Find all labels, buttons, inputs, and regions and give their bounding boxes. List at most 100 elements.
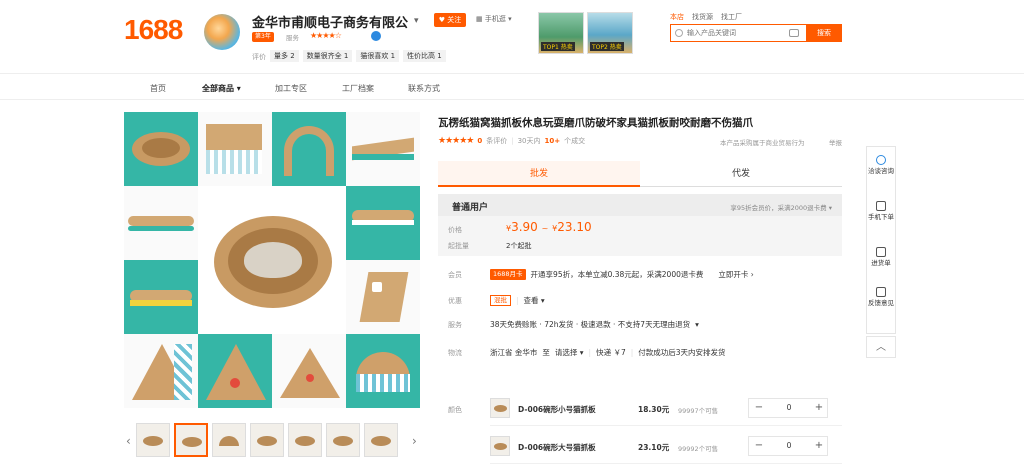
search-box xyxy=(670,24,806,42)
main-product-image[interactable] xyxy=(198,186,347,335)
nav-home[interactable]: 首页 xyxy=(150,83,166,94)
product-image-detail xyxy=(130,300,192,306)
sales-count: 10+ xyxy=(544,137,561,145)
report-link[interactable]: 举报 xyxy=(829,137,842,147)
chat-consult-button[interactable]: 洽谈咨询 xyxy=(867,155,895,176)
eval-count[interactable]: 0 xyxy=(477,137,482,145)
thumbnail-strip: ‹ › xyxy=(124,420,422,460)
mobile-shop-link[interactable]: ▦ 手机逛 ▾ xyxy=(476,14,512,24)
ship-to-word: 至 xyxy=(542,348,550,357)
promo-row: 混批 | 查看 ▾ xyxy=(490,295,545,306)
decrement-button[interactable]: − xyxy=(749,399,769,417)
eval-suffix: 条评价 xyxy=(486,137,508,145)
chevron-left-icon[interactable]: ‹ xyxy=(126,434,131,448)
thumbnail[interactable] xyxy=(288,423,322,457)
product-image xyxy=(206,124,262,150)
quantity-stepper: − 0 + xyxy=(748,436,828,456)
eval-label: 评价 xyxy=(252,53,266,61)
sku-thumbnail[interactable] xyxy=(490,398,510,418)
gallery-tile xyxy=(124,260,198,334)
product-title: 瓦楞纸猫窝猫抓板休息玩耍磨爪防破坏家具猫抓板耐咬耐磨不伤猫爪 xyxy=(438,117,753,129)
member-discount-text: 享95折会员价，采满2000退卡费 xyxy=(730,204,827,212)
search-tab-shop[interactable]: 本店 xyxy=(670,12,684,22)
sku-price: 23.10元 xyxy=(638,443,670,452)
quantity-input[interactable]: 0 xyxy=(769,399,809,417)
thumbnail[interactable] xyxy=(364,423,398,457)
search-tab-factory[interactable]: 找工厂 xyxy=(721,12,742,22)
mobile-shop-label: 手机逛 xyxy=(484,15,506,23)
shop-name[interactable]: 金华市甫顺电子商务有限公 xyxy=(252,12,408,31)
price-low: 3.90 xyxy=(511,220,538,234)
price-high: 23.10 xyxy=(557,220,592,234)
product-image-detail xyxy=(352,154,414,160)
thumbnail[interactable] xyxy=(326,423,360,457)
sku-thumbnail[interactable] xyxy=(490,436,510,456)
open-card-link[interactable]: 立即开卡 › xyxy=(718,269,753,280)
chevron-right-icon[interactable]: › xyxy=(412,434,417,448)
thumbnail-image xyxy=(182,437,202,447)
mobile-order-button[interactable]: 手机下单 xyxy=(867,201,895,222)
nav-factory[interactable]: 工厂档案 xyxy=(342,83,374,94)
member-discount-link[interactable]: 享95折会员价，采满2000退卡费 ▾ xyxy=(730,202,832,212)
shop-nav: 首页 全部商品 ▾ 加工专区 工厂档案 联系方式 xyxy=(0,76,1024,100)
search-tab-source[interactable]: 找货源 xyxy=(692,12,713,22)
gallery-tile xyxy=(272,334,346,408)
moq-value: 2个起批 xyxy=(506,242,532,250)
search-button[interactable]: 搜索 xyxy=(806,24,842,42)
search-input[interactable] xyxy=(687,27,777,39)
service-row[interactable]: 38天免费赊账 · 72h发货 · 极速退款 · 不支持7天无理由退货 ▾ xyxy=(490,319,699,330)
sku-stock: 99997个可售 xyxy=(678,407,719,415)
increment-button[interactable]: + xyxy=(809,437,829,455)
chevron-down-icon[interactable]: ▾ xyxy=(414,16,419,26)
gallery-tile xyxy=(124,186,198,260)
eval-tag[interactable]: 量多 2 xyxy=(270,50,299,62)
divider: | xyxy=(588,348,592,357)
promo-image-top1[interactable]: TOP1 热卖 xyxy=(538,12,584,54)
site-logo[interactable]: 1688 xyxy=(124,14,183,46)
follow-button[interactable]: ♥ 关注 xyxy=(434,13,466,27)
thumbnail-image xyxy=(257,436,277,446)
product-image-detail xyxy=(306,374,314,382)
thumbnail[interactable] xyxy=(136,423,170,457)
tab-wholesale[interactable]: 批发 xyxy=(438,161,640,187)
product-gallery xyxy=(124,112,422,410)
destination-select[interactable]: 请选择 ▾ xyxy=(555,347,584,358)
view-promo-link[interactable]: 查看 ▾ xyxy=(524,295,545,306)
nav-processing[interactable]: 加工专区 xyxy=(275,83,307,94)
sales-suffix: 个成交 xyxy=(564,137,586,145)
float-label: 手机下单 xyxy=(868,213,894,221)
purchase-list-button[interactable]: 进货单 xyxy=(867,247,895,268)
moq-label: 起批量 xyxy=(448,242,469,250)
thumbnail-selected[interactable] xyxy=(174,423,208,457)
mixed-batch-badge: 混批 xyxy=(490,295,511,306)
quantity-input[interactable]: 0 xyxy=(769,437,809,455)
shop-avatar[interactable] xyxy=(204,14,240,50)
thumbnail[interactable] xyxy=(250,423,284,457)
nav-contact[interactable]: 联系方式 xyxy=(408,83,440,94)
eval-tag[interactable]: 性价比高 1 xyxy=(403,50,446,62)
product-image xyxy=(359,272,409,322)
divider: | xyxy=(511,137,514,145)
camera-icon[interactable] xyxy=(789,29,799,37)
increment-button[interactable]: + xyxy=(809,399,829,417)
promo-image-top2[interactable]: TOP2 热卖 xyxy=(587,12,633,54)
divider: | xyxy=(630,348,634,357)
eval-tag[interactable]: 数量很齐全 1 xyxy=(302,50,353,62)
verified-icon xyxy=(371,31,381,41)
back-to-top-button[interactable]: ︿ xyxy=(866,336,896,358)
divider: | xyxy=(516,296,519,305)
thumbnail-image xyxy=(295,436,315,446)
quantity-stepper: − 0 + xyxy=(748,398,828,418)
feedback-button[interactable]: 反馈意见 xyxy=(867,287,895,308)
shop-header: 1688 金华市甫顺电子商务有限公 ▾ ♥ 关注 ▦ 手机逛 ▾ 第3年 服务 … xyxy=(0,0,1024,74)
eval-tag[interactable]: 猫很喜欢 1 xyxy=(356,50,400,62)
thumbnail[interactable] xyxy=(212,423,246,457)
tab-dropship[interactable]: 代发 xyxy=(640,161,842,187)
sku-stock: 99992个可售 xyxy=(678,445,719,453)
decrement-button[interactable]: − xyxy=(749,437,769,455)
open-card-label: 立即开卡 xyxy=(718,270,749,279)
product-image-detail xyxy=(230,378,240,388)
years-badge: 第3年 xyxy=(252,32,274,42)
logistics-label: 物流 xyxy=(448,349,462,357)
nav-all-products[interactable]: 全部商品 ▾ xyxy=(202,83,241,94)
